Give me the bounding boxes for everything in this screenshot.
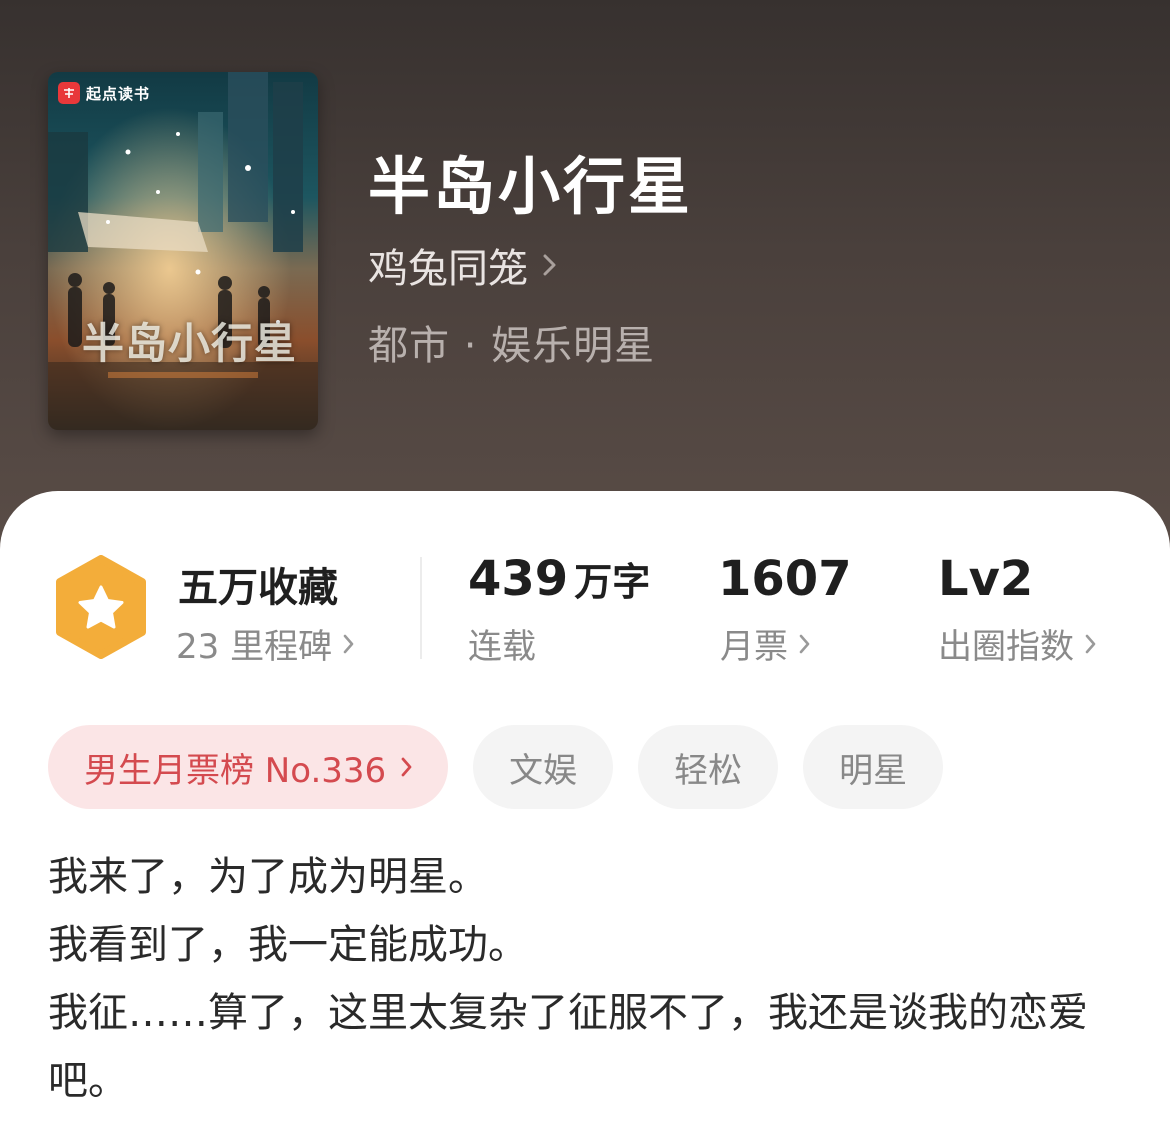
book-title: 半岛小行星 [368, 150, 694, 223]
tag-wenyu[interactable]: 文娱 [473, 725, 614, 809]
star-badge-icon [56, 555, 146, 659]
word-count-unit: 万字 [574, 560, 651, 604]
monthly-rank-label: 男生月票榜 No.336 [84, 750, 387, 791]
cover-title-text: 半岛小行星 [82, 319, 298, 368]
tag-row: 男生月票榜 No.336 文娱 轻松 明星 [48, 725, 944, 809]
serial-status-label: 连载 [468, 627, 536, 667]
chevron-right-icon [799, 634, 810, 653]
book-cover[interactable]: 起点读书 半岛小行星 [48, 72, 318, 430]
milestone-link[interactable]: 23 里程碑 [176, 619, 356, 668]
word-count: 439 万字 [468, 551, 650, 607]
stats-row: 五万收藏 23 里程碑 439 万字 连载 1607 月票 Lv2 出圈指数 [0, 491, 1170, 691]
book-info-card: 五万收藏 23 里程碑 439 万字 连载 1607 月票 Lv2 出圈指数 男… [0, 491, 1170, 1144]
author-name: 鸡兔同笼 [368, 246, 528, 292]
book-description[interactable]: 我来了，为了成为明星。 我看到了，我一定能成功。 我征……算了，这里太复杂了征服… [48, 843, 1128, 1115]
qidian-logo-icon [58, 82, 80, 104]
description-line: 我来了，为了成为明星。 [48, 854, 488, 900]
influence-level: Lv2 [938, 551, 1034, 607]
cover-artwork [48, 72, 318, 430]
author-link[interactable]: 鸡兔同笼 [368, 236, 558, 294]
milestone-label: 23 里程碑 [176, 627, 333, 667]
monthly-ticket-link[interactable]: 月票 [720, 619, 812, 668]
chevron-right-icon [543, 254, 556, 276]
description-line: 我征……算了，这里太复杂了征服不了，我还是谈我的恋爱吧。 [48, 990, 1088, 1104]
word-count-number: 439 [468, 551, 569, 607]
cover-brand-text: 起点读书 [86, 84, 151, 103]
monthly-ticket-count: 1607 [718, 551, 852, 607]
serial-status: 连载 [468, 619, 536, 668]
chevron-right-icon [1085, 634, 1096, 653]
cover-brand: 起点读书 [58, 82, 150, 104]
monthly-ticket-label: 月票 [720, 627, 788, 667]
influence-index-link[interactable]: 出圈指数 [938, 619, 1098, 668]
tag-qingsong[interactable]: 轻松 [638, 725, 779, 809]
book-header: 起点读书 半岛小行星 半岛小行星 鸡兔同笼 都市 · 娱乐明星 [0, 0, 1170, 560]
stats-divider [420, 557, 422, 659]
chevron-right-icon [343, 634, 354, 653]
influence-index-label: 出圈指数 [938, 627, 1074, 667]
monthly-rank-tag[interactable]: 男生月票榜 No.336 [48, 725, 449, 809]
book-detail-page: 起点读书 半岛小行星 半岛小行星 鸡兔同笼 都市 · 娱乐明星 五万收藏 23 … [0, 0, 1170, 1144]
description-line: 我看到了，我一定能成功。 [48, 922, 528, 968]
tag-mingxing[interactable]: 明星 [803, 725, 944, 809]
book-genre[interactable]: 都市 · 娱乐明星 [368, 313, 655, 371]
collection-count: 五万收藏 [178, 565, 338, 611]
chevron-right-icon [401, 757, 412, 777]
